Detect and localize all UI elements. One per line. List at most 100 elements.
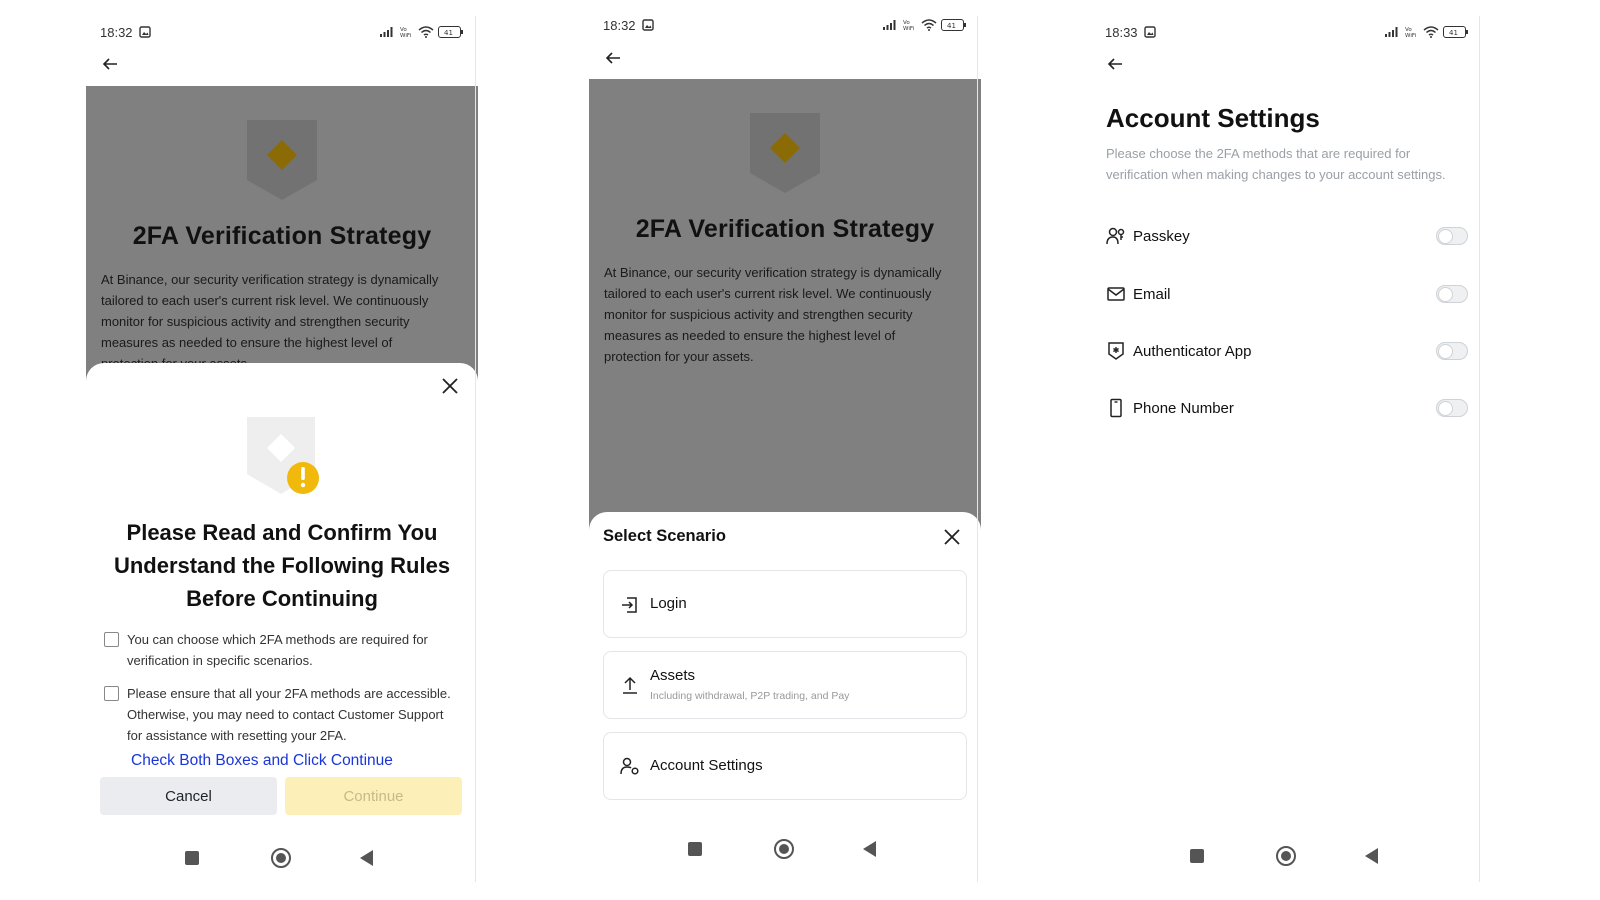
wifi-icon	[1423, 26, 1439, 38]
login-icon	[622, 597, 637, 613]
status-bar: 18:32 Vo WiFi 41	[86, 17, 478, 47]
confirm-rules-title: Please Read and Confirm You Understand t…	[113, 520, 451, 611]
system-nav-bar	[1091, 841, 1483, 871]
method-label: Email	[1133, 285, 1171, 303]
user-settings-icon	[620, 757, 639, 775]
recents-icon[interactable]	[688, 842, 702, 856]
status-time: 18:33	[1105, 24, 1138, 40]
scenario-account-settings[interactable]: Account Settings	[603, 732, 967, 800]
method-label: Phone Number	[1133, 399, 1234, 417]
close-icon[interactable]	[943, 528, 961, 546]
rule-2-checkbox[interactable]	[104, 686, 119, 701]
back-arrow-icon[interactable]	[1105, 54, 1125, 74]
vowifi-icon: VoWiFi	[1405, 27, 1417, 38]
wifi-icon	[418, 26, 434, 38]
page-title: Account Settings	[1106, 103, 1320, 133]
status-bar: 18:33 Vo WiFi 41	[1091, 17, 1483, 47]
email-icon	[1107, 287, 1125, 301]
gallery-notification-icon	[641, 19, 654, 31]
continue-button[interactable]: Continue	[285, 777, 462, 815]
gallery-notification-icon	[1143, 26, 1156, 38]
scenario-login[interactable]: Login	[603, 570, 967, 638]
svg-text:WiFi: WiFi	[400, 33, 412, 38]
home-icon[interactable]	[1276, 846, 1296, 866]
method-row-passkey: Passkey	[1106, 221, 1468, 251]
status-time: 18:32	[603, 17, 636, 33]
system-nav-bar	[589, 834, 981, 864]
home-icon[interactable]	[271, 848, 291, 868]
scenario-assets[interactable]: Assets Including withdrawal, P2P trading…	[603, 651, 967, 719]
battery-icon: 41	[1443, 26, 1468, 38]
signal-icon	[883, 20, 896, 30]
back-arrow-icon[interactable]	[603, 48, 623, 68]
rule-1-checkbox[interactable]	[104, 632, 119, 647]
svg-text:41: 41	[444, 29, 453, 37]
status-bar: 18:32 Vo WiFi 41	[589, 10, 981, 40]
svg-text:41: 41	[1449, 29, 1458, 37]
close-icon[interactable]	[441, 377, 459, 395]
upload-icon	[623, 676, 637, 694]
screen-select-scenario: 18:32 Vo WiFi 41 2FA Verification Strateg…	[589, 0, 981, 900]
method-row-email: Email	[1106, 279, 1468, 309]
rule-2-text: Please ensure that all your 2FA methods …	[127, 686, 451, 743]
strategy-title: 2FA Verification Strategy	[635, 215, 935, 243]
instruction-hint: Check Both Boxes and Click Continue	[131, 752, 393, 769]
method-label: Passkey	[1133, 227, 1190, 245]
dimmed-background: 2FA Verification Strategy At Binance, ou…	[589, 79, 981, 539]
email-toggle[interactable]	[1436, 285, 1468, 303]
shield-warning-icon	[247, 417, 319, 494]
method-row-authenticator: Authenticator App	[1106, 336, 1468, 366]
scenario-label: Login	[650, 595, 687, 612]
svg-text:41: 41	[947, 22, 956, 30]
dimmed-background: 2FA Verification Strategy At Binance, ou…	[86, 86, 478, 386]
rule-item: Please ensure that all your 2FA methods …	[104, 683, 458, 746]
divider	[475, 16, 476, 882]
phone-toggle[interactable]	[1436, 399, 1468, 417]
svg-text:WiFi: WiFi	[1405, 33, 1417, 38]
phone-icon	[1110, 398, 1122, 418]
page-description: Please choose the 2FA methods that are r…	[1106, 146, 1446, 182]
battery-icon: 41	[941, 19, 966, 31]
battery-icon: 41	[438, 26, 463, 38]
wifi-icon	[921, 19, 937, 31]
divider	[1479, 16, 1480, 882]
recents-icon[interactable]	[1190, 849, 1204, 863]
cancel-button[interactable]: Cancel	[100, 777, 277, 815]
select-scenario-sheet: Select Scenario Login Assets Including w…	[589, 512, 981, 900]
recents-icon[interactable]	[185, 851, 199, 865]
scenario-sublabel: Including withdrawal, P2P trading, and P…	[650, 690, 850, 702]
signal-icon	[380, 27, 393, 37]
svg-text:WiFi: WiFi	[903, 26, 915, 31]
system-back-icon[interactable]	[360, 850, 373, 866]
scenario-label: Assets	[650, 667, 696, 684]
sheet-title: Select Scenario	[603, 527, 726, 545]
rule-1-text: You can choose which 2FA methods are req…	[127, 632, 428, 668]
rule-item: You can choose which 2FA methods are req…	[104, 629, 458, 671]
gallery-notification-icon	[138, 26, 151, 38]
passkey-toggle[interactable]	[1436, 227, 1468, 245]
system-back-icon[interactable]	[1365, 848, 1378, 864]
screen-account-settings: 18:33 Vo WiFi 41 Account Settings Please …	[1091, 0, 1483, 900]
vowifi-icon: VoWiFi	[903, 20, 915, 31]
divider	[977, 16, 978, 882]
screen-confirm-rules: 18:32 Vo WiFi 41 2FA Verification Strateg…	[86, 0, 478, 900]
status-time: 18:32	[100, 24, 133, 40]
signal-icon	[1385, 27, 1398, 37]
back-arrow-icon[interactable]	[100, 54, 120, 74]
system-back-icon[interactable]	[863, 841, 876, 857]
method-label: Authenticator App	[1133, 342, 1252, 360]
scenario-label: Account Settings	[650, 757, 763, 774]
confirm-rules-sheet: Please Read and Confirm You Understand t…	[86, 363, 478, 900]
system-nav-bar	[86, 843, 478, 873]
vowifi-icon: VoWiFi	[400, 27, 412, 38]
authenticator-toggle[interactable]	[1436, 342, 1468, 360]
shield-diamond-icon	[247, 120, 317, 200]
method-row-phone: Phone Number	[1106, 393, 1468, 423]
home-icon[interactable]	[774, 839, 794, 859]
strategy-description: At Binance, our security verification st…	[604, 265, 942, 364]
authenticator-icon	[1108, 342, 1124, 360]
strategy-description: At Binance, our security verification st…	[101, 272, 439, 371]
strategy-title: 2FA Verification Strategy	[132, 222, 432, 250]
shield-diamond-icon	[750, 113, 820, 193]
passkey-icon	[1106, 227, 1125, 245]
